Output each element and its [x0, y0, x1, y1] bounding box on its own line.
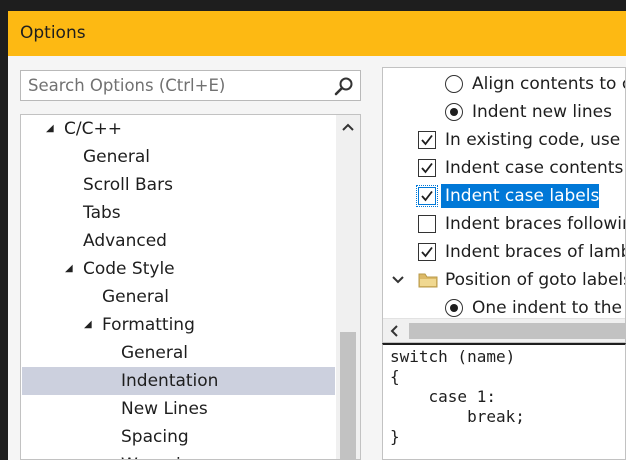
tree-item-cpp[interactable]: ◢ C/C++	[22, 115, 335, 143]
tree-item-scroll-bars[interactable]: Scroll Bars	[22, 171, 335, 199]
expanded-arrow-icon[interactable]: ◢	[46, 115, 54, 143]
tree-item-wrapping[interactable]: Wrapping	[22, 451, 335, 459]
code-preview: switch (name) { case 1: break; }	[382, 343, 626, 460]
checkbox[interactable]	[418, 131, 436, 149]
window-title: Options	[20, 23, 86, 43]
tree-item-general[interactable]: General	[22, 143, 335, 171]
code-line: switch (name)	[390, 347, 516, 366]
tree-item-formatting[interactable]: ◢ Formatting	[22, 311, 335, 339]
radio-indent-new-lines[interactable]: Indent new lines	[383, 98, 625, 126]
tree-item-spacing[interactable]: Spacing	[22, 423, 335, 451]
scrollbar-thumb[interactable]	[340, 332, 356, 459]
checkbox[interactable]	[418, 159, 436, 177]
checkmark-icon	[421, 134, 433, 146]
checkmark-icon	[421, 162, 433, 174]
tree-item-advanced[interactable]: Advanced	[22, 227, 335, 255]
checkbox-indent-braces-lambda[interactable]: Indent braces of lamb	[383, 238, 625, 266]
scrollbar-thumb[interactable]	[409, 323, 625, 339]
chevron-down-icon[interactable]	[391, 274, 405, 286]
title-bar[interactable]: Options	[8, 11, 626, 56]
tree-vertical-scrollbar[interactable]	[336, 115, 360, 459]
checkmark-icon	[421, 190, 433, 202]
settings-list[interactable]: Align contents to c Indent new lines In …	[382, 67, 626, 343]
radio-button[interactable]	[445, 103, 463, 121]
radio-button[interactable]	[445, 75, 463, 93]
tree-item-code-style[interactable]: ◢ Code Style	[22, 255, 335, 283]
checkmark-icon	[421, 246, 433, 258]
checkbox-indent-case-labels[interactable]: Indent case labels	[383, 182, 625, 210]
chevron-left-icon[interactable]	[385, 321, 405, 341]
options-dialog: Options Search Options (Ctrl+E) ◢ C/C++ …	[8, 11, 626, 460]
checkbox-existing-code[interactable]: In existing code, use th	[383, 126, 625, 154]
code-line: break;	[390, 407, 525, 426]
options-tree[interactable]: ◢ C/C++ General Scroll Bars Tabs Advance…	[20, 114, 361, 460]
code-line: case 1:	[390, 387, 496, 406]
group-goto-labels[interactable]: Position of goto labels	[383, 266, 625, 294]
expanded-arrow-icon[interactable]: ◢	[84, 311, 92, 339]
checkbox[interactable]	[416, 185, 438, 207]
checkbox[interactable]	[418, 215, 436, 233]
checkbox-indent-braces-following[interactable]: Indent braces followin	[383, 210, 625, 238]
radio-button[interactable]	[445, 299, 463, 317]
settings-horizontal-scrollbar[interactable]	[383, 318, 625, 342]
tree-item-formatting-general[interactable]: General	[22, 339, 335, 367]
radio-align-contents[interactable]: Align contents to c	[383, 70, 625, 98]
tree-item-tabs[interactable]: Tabs	[22, 199, 335, 227]
search-icon[interactable]	[334, 76, 354, 96]
chevron-up-icon[interactable]	[336, 115, 360, 139]
search-placeholder: Search Options (Ctrl+E)	[28, 76, 226, 95]
tree-item-code-style-general[interactable]: General	[22, 283, 335, 311]
code-line: }	[390, 427, 400, 446]
checkbox-indent-case-contents[interactable]: Indent case contents	[383, 154, 625, 182]
checkbox[interactable]	[418, 243, 436, 261]
folder-icon	[418, 273, 438, 288]
code-line: {	[390, 367, 400, 386]
search-input[interactable]: Search Options (Ctrl+E)	[20, 70, 361, 101]
tree-item-indentation[interactable]: Indentation	[22, 367, 335, 395]
tree-item-new-lines[interactable]: New Lines	[22, 395, 335, 423]
expanded-arrow-icon[interactable]: ◢	[65, 255, 73, 283]
